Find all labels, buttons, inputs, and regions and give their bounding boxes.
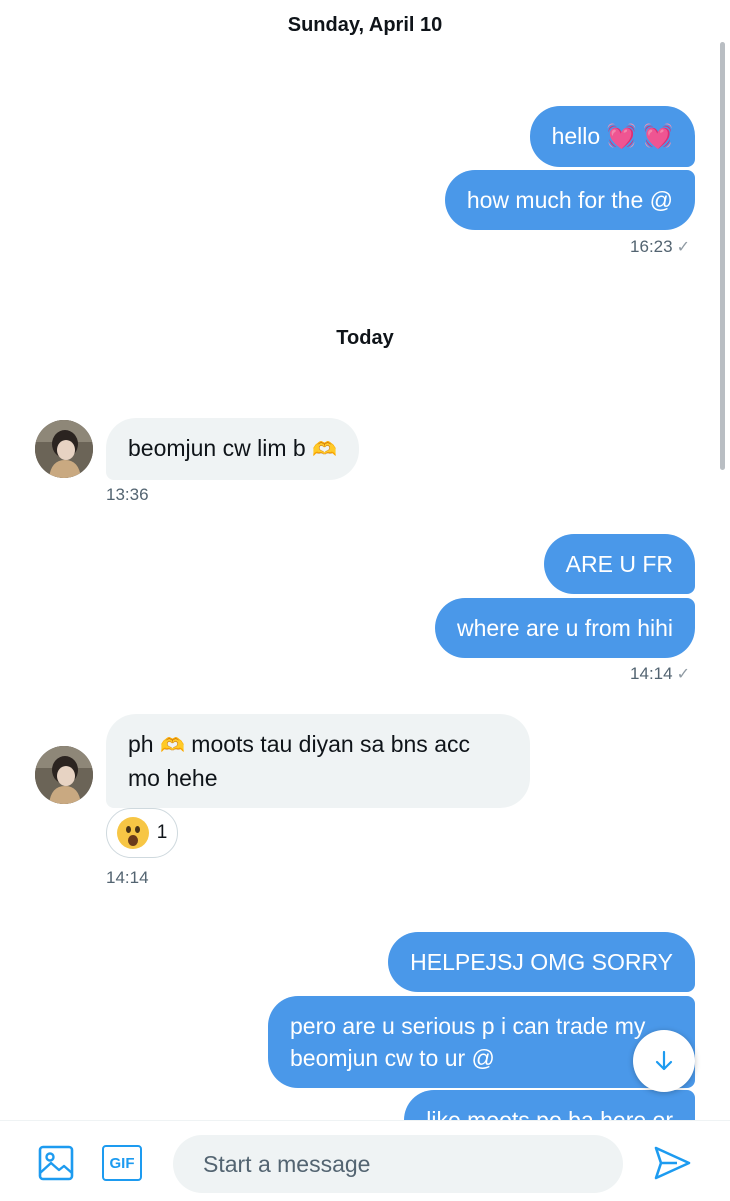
message-bubble-outgoing[interactable]: HELPEJSJ OMG SORRY <box>388 932 695 992</box>
profile-photo-icon <box>35 420 93 478</box>
reaction-badge[interactable]: 1 <box>106 808 178 858</box>
message-text: pero are u serious p i can trade my <box>290 1013 646 1039</box>
message-composer: GIF Start a message <box>0 1120 730 1201</box>
heart-hands-emoji-icon: 🫶 <box>312 439 337 461</box>
media-button[interactable] <box>36 1143 76 1183</box>
gif-icon: GIF <box>109 1154 135 1172</box>
message-text: like moots po ba here or <box>426 1107 673 1120</box>
reaction-count: 1 <box>156 822 168 843</box>
scroll-to-bottom-button[interactable] <box>633 1030 695 1092</box>
message-bubble-outgoing[interactable]: pero are u serious p i can trade my beom… <box>268 996 695 1088</box>
message-timestamp: 16:23 ✓ <box>630 237 690 256</box>
message-bubble-outgoing[interactable]: how much for the @ <box>444 170 695 230</box>
message-text: hello <box>551 123 601 149</box>
message-bubble-incoming[interactable]: ph 🫶 moots tau diyan sa bns acc mo hehe <box>106 714 530 808</box>
sent-check-icon: ✓ <box>676 666 690 683</box>
message-text: beomjun cw to ur @ <box>290 1045 495 1071</box>
message-bubble-outgoing[interactable]: like moots po ba here or <box>404 1090 695 1120</box>
message-text: beomjun cw lim b <box>128 435 306 461</box>
message-text: moots tau diyan sa bns acc <box>191 731 470 757</box>
message-timestamp: 13:36 <box>106 485 149 504</box>
message-text: ph <box>128 731 154 757</box>
conversation-view: Sunday, April 10 hello 💓 💓 how much for … <box>0 0 730 1120</box>
message-input[interactable]: Start a message <box>173 1135 623 1193</box>
scrollbar[interactable] <box>720 42 725 470</box>
message-bubble-outgoing[interactable]: hello 💓 💓 <box>529 106 695 167</box>
message-text: how much for the @ <box>466 187 673 213</box>
avatar[interactable] <box>35 420 93 478</box>
message-input-placeholder: Start a message <box>203 1150 371 1177</box>
heart-hands-emoji-icon: 🫶 <box>159 735 185 757</box>
send-icon <box>654 1146 691 1180</box>
image-icon <box>38 1145 74 1181</box>
message-bubble-outgoing[interactable]: ARE U FR <box>543 534 695 594</box>
gif-button[interactable]: GIF <box>102 1145 142 1181</box>
date-separator: Today <box>336 327 394 349</box>
heart-emoji-icon: 💓 💓 <box>606 123 673 150</box>
message-timestamp: 14:14 ✓ <box>630 664 690 683</box>
send-button[interactable] <box>650 1143 694 1183</box>
astonished-face-icon <box>116 817 149 849</box>
arrow-down-icon <box>655 1050 673 1071</box>
date-separator: Sunday, April 10 <box>287 14 443 36</box>
message-text: HELPEJSJ OMG SORRY <box>410 949 673 975</box>
message-bubble-outgoing[interactable]: where are u from hihi <box>434 598 695 658</box>
sent-check-icon: ✓ <box>676 239 690 256</box>
avatar[interactable] <box>35 746 93 804</box>
profile-photo-icon <box>35 746 93 804</box>
message-text: where are u from hihi <box>456 615 673 641</box>
message-timestamp: 14:14 <box>106 868 149 887</box>
message-bubble-incoming[interactable]: beomjun cw lim b 🫶 <box>106 418 359 480</box>
message-text: mo hehe <box>128 765 218 791</box>
message-text: ARE U FR <box>565 551 673 577</box>
